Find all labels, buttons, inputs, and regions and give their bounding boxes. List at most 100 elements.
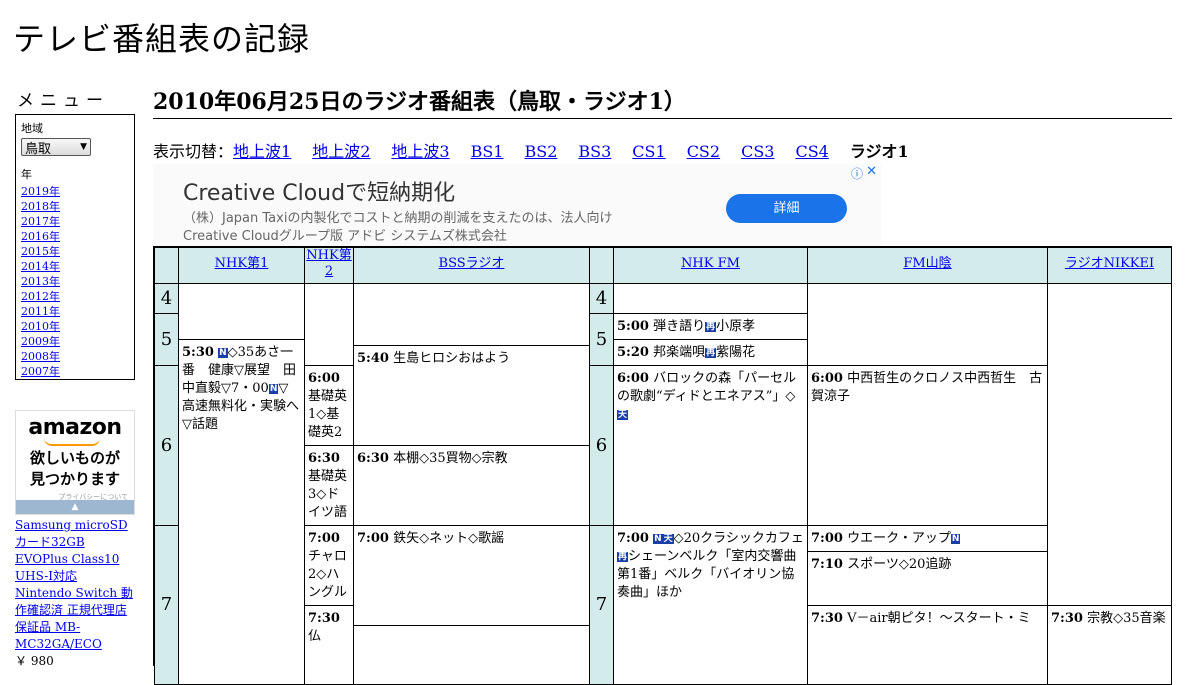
hour-label: 5 (589, 313, 614, 366)
program-cell-empty (353, 283, 590, 346)
program-cell-empty (807, 283, 1048, 366)
program-cell[interactable]: 6:00 基礎英1◇基礎英2 (304, 365, 354, 446)
program-cell[interactable]: 5:20 邦楽端唄再紫陽花 (613, 339, 808, 366)
site-title: テレビ番組表の記録 (13, 20, 311, 58)
ad-info-icon[interactable]: ⓘ (851, 165, 863, 182)
news-mark-icon: N (268, 384, 279, 394)
switch-link-terrestrial3[interactable]: 地上波3 (391, 142, 449, 161)
switch-link-bs2[interactable]: BS2 (524, 142, 557, 161)
program-cell[interactable]: 6:00 中西哲生のクロノス中西哲生 古賀涼子 (807, 365, 1048, 526)
program-cell[interactable]: 5:30 N◇35あさ一番 健康▽展望 田中直毅▽7・00N▽高速無料化・実験へ… (178, 339, 305, 685)
amazon-scroll-up-icon[interactable]: ▲ (16, 500, 134, 514)
program-cell[interactable]: 7:30 宗教◇35音楽 (1047, 605, 1172, 685)
program-cell-empty (353, 625, 590, 685)
year-list: 2019年 2018年 2017年 2016年 2015年 2014年 2013… (21, 184, 129, 379)
program-time: 7:00 (811, 531, 843, 546)
region-select[interactable]: 鳥取 ▼ (21, 138, 91, 157)
program-text: ◇20クラシックカフェ (673, 531, 804, 546)
channel-link-fmsanin[interactable]: FM山陰 (903, 256, 951, 271)
year-link-2017[interactable]: 2017年 (21, 215, 60, 228)
year-link-2013[interactable]: 2013年 (21, 275, 60, 288)
program-time: 5:00 (617, 319, 649, 334)
program-time: 7:00 (357, 531, 389, 546)
program-text: チャロ2◇ハングル (308, 549, 348, 600)
program-time: 5:40 (357, 351, 389, 366)
year-link-2012[interactable]: 2012年 (21, 290, 60, 303)
program-cell-empty (304, 283, 354, 366)
ad-text-line1: （株）Japan Taxiの内製化でコストと納期の削減を支えたのは、法人向け (183, 211, 613, 226)
program-text: 仏 (308, 629, 322, 644)
program-cell[interactable]: 6:30 基礎英3◇ドイツ語 (304, 445, 354, 526)
hour-label: 7 (589, 525, 614, 685)
switch-current-radio1: ラジオ1 (849, 142, 909, 161)
program-cell[interactable]: 6:30 本棚◇35買物◇宗教 (353, 445, 590, 526)
switch-link-bs3[interactable]: BS3 (578, 142, 611, 161)
program-cell[interactable]: 7:10 スポーツ◇20追跡 (807, 551, 1048, 606)
left-column: メニュー 地域 鳥取 ▼ 年 2019年 2018年 2017年 2016年 2… (15, 86, 135, 670)
amazon-ad[interactable]: amazon 欲しいものが 見つかります プライバシーについて ▲ (15, 410, 135, 515)
channel-link-nikkei[interactable]: ラジオNIKKEI (1065, 256, 1154, 271)
program-cell[interactable]: 7:00 鉄矢◇ネット◇歌謡 (353, 525, 590, 626)
year-link-2007[interactable]: 2007年 (21, 365, 60, 378)
program-text: 邦楽端唄 (653, 345, 706, 360)
hour-label: 5 (154, 313, 179, 366)
region-select-value: 鳥取 (25, 141, 52, 157)
program-text: 紫陽花 (716, 345, 756, 360)
program-cell[interactable]: 7:00 チャロ2◇ハングル (304, 525, 354, 606)
program-cell[interactable]: 5:00 弾き語り再小原孝 (613, 313, 808, 340)
program-time: 7:10 (811, 557, 843, 572)
program-cell[interactable]: 7:30 仏 (304, 605, 354, 685)
year-link-2014[interactable]: 2014年 (21, 260, 60, 273)
channel-header-fmsanin: FM山陰 (807, 247, 1048, 284)
channel-header-nikkei: ラジオNIKKEI (1047, 247, 1172, 284)
program-text: スポーツ◇20追跡 (847, 557, 952, 572)
amazon-message-line1: 欲しいものが (29, 449, 120, 467)
program-time: 7:00 (617, 531, 649, 546)
program-cell[interactable]: 7:00 N 天◇20クラシックカフェ再シェーンベルク「室内交響曲第1番」ベルク「… (613, 525, 808, 685)
year-link-2019[interactable]: 2019年 (21, 185, 60, 198)
program-cell[interactable]: 7:30 V－air朝ピタ！～スタート・ミ (807, 605, 1048, 685)
year-link-2008[interactable]: 2008年 (21, 350, 60, 363)
adobe-ad-banner[interactable]: Creative Cloudで短納期化 （株）Japan Taxiの内製化でコス… (153, 164, 881, 254)
program-cell[interactable]: 7:00 ウエーク・アップN (807, 525, 1048, 552)
channel-link-nhk2[interactable]: NHK第2 (306, 248, 351, 279)
year-link-2010[interactable]: 2010年 (21, 320, 60, 333)
switch-link-cs3[interactable]: CS3 (741, 142, 774, 161)
switch-link-bs1[interactable]: BS1 (471, 142, 504, 161)
program-time: 6:30 (357, 451, 389, 466)
hour-label: 6 (589, 365, 614, 526)
channel-header-nhk2: NHK第2 (304, 247, 354, 284)
switcher-label: 表示切替： (153, 142, 234, 161)
program-text: 基礎英1◇基礎英2 (308, 389, 348, 440)
switch-link-terrestrial2[interactable]: 地上波2 (312, 142, 370, 161)
channel-header-bss: BSSラジオ (353, 247, 590, 284)
hour-label: 7 (154, 525, 179, 685)
year-link-2015[interactable]: 2015年 (21, 245, 60, 258)
program-text: シェーンベルク「室内交響曲第1番」ベルク「バイオリン協奏曲」ほか (617, 549, 797, 600)
ad-detail-button[interactable]: 詳細 (726, 194, 847, 223)
switch-link-cs4[interactable]: CS4 (795, 142, 828, 161)
program-time: 6:30 (308, 451, 340, 466)
program-text: 基礎英3◇ドイツ語 (308, 469, 348, 520)
year-link-2009[interactable]: 2009年 (21, 335, 60, 348)
year-link-2016[interactable]: 2016年 (21, 230, 60, 243)
product-link[interactable]: Samsung microSDカード32GB EVOPlus Class10 U… (15, 517, 135, 653)
product-price: ￥ 980 (15, 654, 54, 668)
year-label: 年 (21, 168, 32, 181)
ad-close-icon[interactable]: ✕ (866, 164, 877, 179)
switch-link-cs1[interactable]: CS1 (632, 142, 665, 161)
channel-link-nhk1[interactable]: NHK第1 (215, 256, 269, 271)
program-cell[interactable]: 6:00 バロックの森「パーセルの歌劇“ディドとエネアス”」◇天 (613, 365, 808, 526)
year-link-2011[interactable]: 2011年 (21, 305, 60, 318)
program-cell[interactable]: 5:40 生島ヒロシおはよう (353, 345, 590, 446)
program-time: 6:00 (617, 371, 649, 386)
switch-link-terrestrial1[interactable]: 地上波1 (233, 142, 291, 161)
channel-link-nhkfm[interactable]: NHK FM (681, 256, 740, 271)
year-link-2018[interactable]: 2018年 (21, 200, 60, 213)
program-text: V－air朝ピタ！～スタート・ミ (847, 611, 1031, 626)
switch-link-cs2[interactable]: CS2 (687, 142, 720, 161)
channel-link-bss[interactable]: BSSラジオ (439, 256, 505, 271)
news-mark-icon: N (218, 348, 228, 358)
program-text: 小原孝 (716, 319, 756, 334)
program-text: 本棚◇35買物◇宗教 (393, 451, 508, 466)
